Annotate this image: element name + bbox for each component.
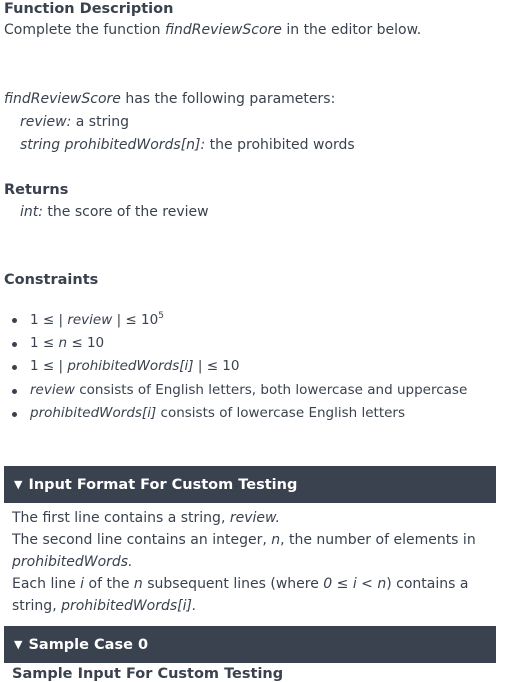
parameters-intro: findReviewScore has the following parame…: [4, 91, 335, 107]
var: n: [133, 576, 143, 592]
var: prohibitedWords[i].: [61, 598, 197, 614]
parameter-name: review:: [20, 114, 72, 130]
triangle-down-icon: ▼: [14, 478, 23, 491]
intro-prefix: Complete the function: [4, 22, 165, 38]
text: ) contains a: [386, 576, 469, 592]
parameter-name: string prohibitedWords[n]:: [20, 137, 206, 153]
constraint-text: 1 ≤: [30, 335, 59, 351]
var: 0 ≤ i < n: [323, 576, 387, 592]
constraint-var: n: [58, 335, 68, 351]
function-name: findReviewScore: [165, 22, 282, 38]
constraint-exponent: 5: [158, 311, 164, 321]
text: of the: [84, 576, 134, 592]
constraint-var: prohibitedWords[i]: [30, 405, 157, 421]
parameter-review: review: a string: [20, 114, 129, 130]
returns-desc: the score of the review: [42, 204, 209, 220]
parameter-prohibited-words: string prohibitedWords[n]: the prohibite…: [20, 137, 355, 153]
input-format-line-1: The first line contains a string, review…: [12, 507, 280, 529]
constraint-text: consists of English letters, both lowerc…: [74, 382, 468, 398]
text: , the number of elements in: [280, 532, 476, 548]
parameter-desc: a string: [71, 114, 129, 130]
triangle-down-icon: ▼: [14, 638, 23, 651]
constraint-var: prohibitedWords[i]: [67, 358, 194, 374]
constraint-text: 1 ≤ |: [30, 312, 68, 328]
constraints-heading: Constraints: [4, 272, 99, 288]
constraint-text: | ≤ 10: [112, 312, 159, 328]
returns-heading: Returns: [4, 182, 69, 198]
sample-input-heading: Sample Input For Custom Testing: [12, 666, 284, 682]
parameter-desc: the prohibited words: [205, 137, 355, 153]
function-description-heading: Function Description: [4, 1, 174, 17]
var: n: [271, 532, 281, 548]
returns-type: int:: [20, 204, 43, 220]
param-intro-suffix: has the following parameters:: [120, 91, 336, 107]
input-format-line-3: prohibitedWords.: [12, 554, 133, 570]
param-function-name: findReviewScore: [4, 91, 121, 107]
input-format-line-2: The second line contains an integer, n, …: [12, 529, 476, 551]
constraint-var: review: [67, 312, 113, 328]
intro-suffix: in the editor below.: [281, 22, 422, 38]
sample-case-heading: Sample Case 0: [28, 636, 149, 653]
function-description-text: Complete the function findReviewScore in…: [4, 22, 421, 38]
constraint-text: ≤ 10: [67, 335, 105, 351]
constraint-text: | ≤ 10: [193, 358, 240, 374]
text: The second line contains an integer,: [12, 532, 272, 548]
input-format-line-4: Each line i of the n subsequent lines (w…: [12, 573, 468, 595]
text: string,: [12, 598, 62, 614]
sample-case-toggle[interactable]: ▼ Sample Case 0: [4, 626, 496, 663]
input-format-line-5: string, prohibitedWords[i].: [12, 595, 196, 617]
constraint-text: 1 ≤ |: [30, 358, 68, 374]
returns-text: int: the score of the review: [20, 204, 209, 220]
input-format-toggle[interactable]: ▼ Input Format For Custom Testing: [4, 466, 496, 503]
text: The first line contains a string,: [12, 510, 230, 526]
input-format-heading: Input Format For Custom Testing: [28, 476, 298, 493]
constraint-text: consists of lowercase English letters: [156, 405, 406, 421]
text: subsequent lines (where: [142, 576, 324, 592]
text: Each line: [12, 576, 81, 592]
constraint-var: review: [30, 382, 75, 398]
var: review.: [229, 510, 281, 526]
